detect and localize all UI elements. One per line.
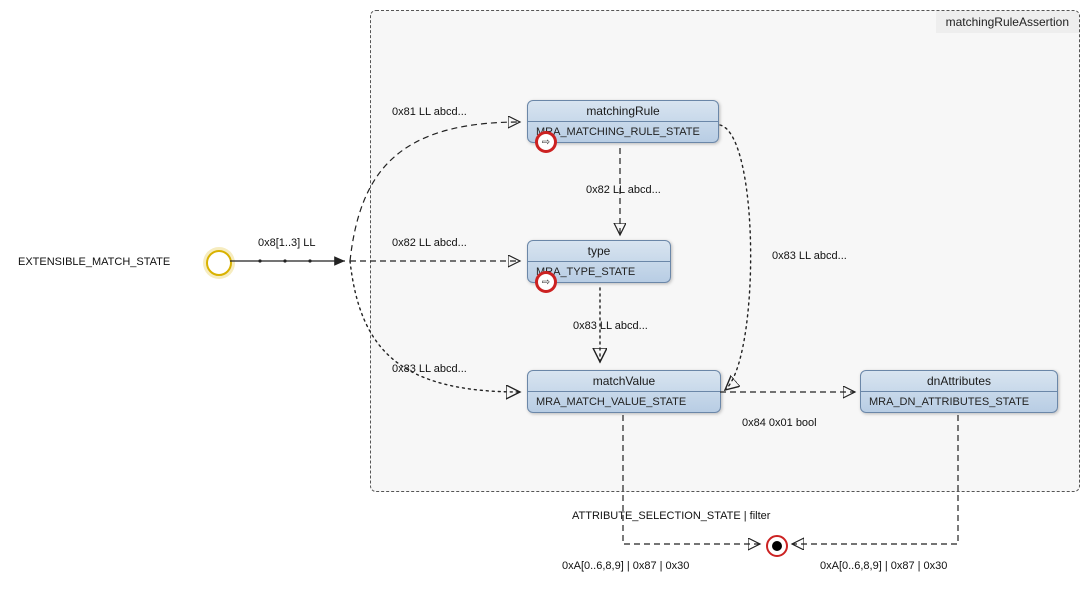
label-e82-top: 0x82 LL abcd... [586, 184, 661, 196]
node-matchingRule-body: MRA_MATCHING_RULE_STATE [528, 122, 718, 142]
container-box: matchingRuleAssertion [370, 10, 1080, 492]
label-forkIn: 0x8[1..3] LL [258, 237, 316, 249]
label-e83-top: 0x83 LL abcd... [772, 250, 847, 262]
label-exit-title: ATTRIBUTE_SELECTION_STATE | filter [572, 510, 770, 522]
container-title: matchingRuleAssertion [936, 11, 1079, 33]
node-dnAttributes-title: dnAttributes [861, 371, 1057, 392]
label-exit-code-left: 0xA[0..6,8,9] | 0x87 | 0x30 [562, 560, 689, 572]
node-matchValue-body: MRA_MATCH_VALUE_STATE [528, 392, 720, 412]
node-dnAttributes: dnAttributes MRA_DN_ATTRIBUTES_STATE [860, 370, 1058, 413]
end-node [766, 535, 788, 557]
node-matchValue: matchValue MRA_MATCH_VALUE_STATE [527, 370, 721, 413]
label-exit-code-right: 0xA[0..6,8,9] | 0x87 | 0x30 [820, 560, 947, 572]
node-matchingRule: matchingRule MRA_MATCHING_RULE_STATE ⇨ [527, 100, 719, 143]
start-node [206, 250, 232, 276]
start-state-label: EXTENSIBLE_MATCH_STATE [18, 256, 170, 268]
node-matchValue-title: matchValue [528, 371, 720, 392]
action-badge-icon: ⇨ [536, 132, 556, 152]
label-e83-bottom: 0x83 LL abcd... [392, 363, 467, 375]
node-type: type MRA_TYPE_STATE ⇨ [527, 240, 671, 283]
node-dnAttributes-body: MRA_DN_ATTRIBUTES_STATE [861, 392, 1057, 412]
label-e81: 0x81 LL abcd... [392, 106, 467, 118]
label-e84: 0x84 0x01 bool [742, 417, 817, 429]
node-type-title: type [528, 241, 670, 262]
node-matchingRule-title: matchingRule [528, 101, 718, 122]
action-badge-icon: ⇨ [536, 272, 556, 292]
label-e83-mid: 0x83 LL abcd... [573, 320, 648, 332]
label-e82-mid: 0x82 LL abcd... [392, 237, 467, 249]
